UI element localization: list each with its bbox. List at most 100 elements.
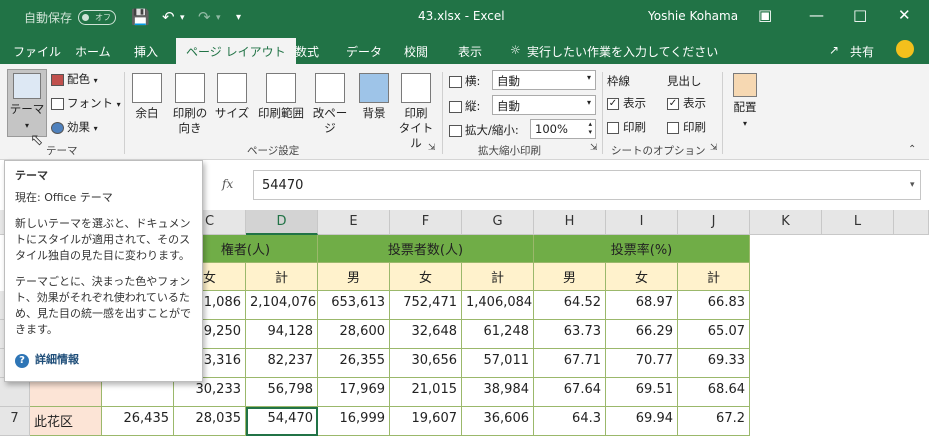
column-header[interactable] [894, 210, 929, 235]
table-cell[interactable]: 66.83 [678, 291, 750, 320]
table-cell[interactable]: 30,233 [174, 378, 246, 407]
subheader-cell[interactable]: 計 [678, 263, 750, 291]
table-cell[interactable]: 28,600 [318, 320, 390, 349]
table-cell[interactable]: 32,648 [390, 320, 462, 349]
scale-launcher-icon[interactable]: ⇲ [590, 143, 598, 153]
print-titles-button[interactable]: 印刷 タイトル [394, 73, 438, 151]
tell-me-search[interactable]: 実行したい作業を入力してください [527, 43, 718, 60]
table-cell[interactable]: 752,471 [390, 291, 462, 320]
smiley-feedback-icon[interactable] [896, 40, 914, 58]
subheader-cell[interactable]: 計 [246, 263, 318, 291]
table-cell[interactable]: 67.2 [678, 407, 750, 436]
minimize-icon[interactable]: — [809, 6, 824, 24]
table-cell[interactable]: 21,015 [390, 378, 462, 407]
scale-spinner[interactable]: 100% ▴ ▾ [530, 119, 596, 139]
table-cell[interactable]: 61,248 [462, 320, 534, 349]
subheader-cell[interactable]: 計 [462, 263, 534, 291]
size-button[interactable]: サイズ [212, 73, 252, 121]
column-header-i[interactable]: I [606, 210, 678, 235]
fonts-button[interactable]: フォント ▾ [51, 95, 121, 111]
header-cell-voters[interactable]: 投票者数(人) [318, 235, 534, 263]
sheet-options-launcher-icon[interactable]: ⇲ [710, 143, 718, 153]
headings-print-checkbox[interactable]: 印刷 [667, 119, 706, 135]
share-button[interactable]: 共有 [850, 43, 874, 60]
table-cell[interactable]: 653,613 [318, 291, 390, 320]
table-cell[interactable]: 70.77 [606, 349, 678, 378]
headings-view-checkbox[interactable]: ✓ 表示 [667, 95, 706, 111]
table-cell[interactable]: 36,606 [462, 407, 534, 436]
customize-qat-icon[interactable]: ▾ [236, 12, 241, 23]
tooltip-more-info[interactable]: ? 詳細情報 [15, 352, 192, 368]
tab-formulas[interactable]: 数式 [295, 43, 319, 60]
gridlines-print-checkbox[interactable]: 印刷 [607, 119, 646, 135]
table-cell[interactable]: 1,406,084 [462, 291, 534, 320]
table-cell[interactable]: 17,969 [318, 378, 390, 407]
subheader-cell[interactable]: 女 [390, 263, 462, 291]
column-header-f[interactable]: F [390, 210, 462, 235]
share-icon[interactable]: ↗ [829, 43, 839, 57]
table-cell[interactable]: 38,984 [462, 378, 534, 407]
table-cell[interactable]: 67.71 [534, 349, 606, 378]
themes-button[interactable]: テーマ ▾ [9, 73, 45, 133]
print-area-button[interactable]: 印刷範囲 [254, 73, 308, 121]
table-cell[interactable]: 69.33 [678, 349, 750, 378]
table-cell[interactable]: 2,104,076 [246, 291, 318, 320]
margins-button[interactable]: 余白 [128, 73, 166, 121]
table-cell[interactable] [102, 378, 174, 407]
colors-button[interactable]: 配色 ▾ [51, 71, 98, 87]
undo-dropdown-icon[interactable]: ▾ [180, 13, 185, 23]
table-cell[interactable]: 19,607 [390, 407, 462, 436]
height-dropdown-icon[interactable]: ▾ [587, 98, 591, 107]
header-cell-turnout[interactable]: 投票率(%) [534, 235, 750, 263]
save-icon[interactable]: 💾 [131, 8, 150, 26]
table-cell[interactable]: 66.29 [606, 320, 678, 349]
table-cell[interactable]: 65.07 [678, 320, 750, 349]
column-header-j[interactable]: J [678, 210, 750, 235]
breaks-button[interactable]: 改ページ [308, 73, 352, 136]
table-cell[interactable]: 30,656 [390, 349, 462, 378]
subheader-cell[interactable]: 男 [318, 263, 390, 291]
table-cell[interactable]: 54,470 [246, 407, 318, 436]
gridlines-view-checkbox[interactable]: ✓ 表示 [607, 95, 646, 111]
table-cell[interactable]: 63.73 [534, 320, 606, 349]
column-header-d[interactable]: D [246, 210, 318, 235]
tab-data[interactable]: データ [346, 43, 382, 60]
function-icon[interactable]: fx [222, 177, 233, 191]
maximize-icon[interactable]: □ [853, 6, 867, 24]
table-cell[interactable]: 64.3 [534, 407, 606, 436]
table-cell[interactable]: 69.51 [606, 378, 678, 407]
collapse-ribbon-icon[interactable]: ⌃ [908, 144, 916, 155]
row-header[interactable]: 7 [0, 407, 30, 436]
row-header[interactable] [0, 378, 30, 407]
effects-button[interactable]: 効果 ▾ [51, 119, 98, 135]
table-cell[interactable]: 68.64 [678, 378, 750, 407]
tab-insert[interactable]: 挿入 [134, 43, 158, 60]
width-dropdown-icon[interactable]: ▾ [587, 73, 591, 82]
width-combo[interactable]: 自動 ▾ [492, 70, 596, 90]
arrange-button[interactable]: 配置 ▾ [727, 73, 763, 131]
background-button[interactable]: 背景 [356, 73, 392, 121]
redo-dropdown-icon[interactable]: ▾ [216, 13, 221, 23]
column-header-l[interactable]: L [822, 210, 894, 235]
redo-icon[interactable]: ↷ [198, 8, 211, 26]
undo-icon[interactable]: ↶ [162, 8, 175, 26]
ribbon-display-icon[interactable]: ▣ [758, 6, 772, 24]
tab-page-layout[interactable]: ページ レイアウト [176, 38, 296, 64]
table-cell[interactable]: 69.94 [606, 407, 678, 436]
scale-spin-icon[interactable]: ▴ ▾ [588, 120, 592, 136]
subheader-cell[interactable]: 女 [606, 263, 678, 291]
table-cell[interactable]: 67.64 [534, 378, 606, 407]
table-cell[interactable]: 26,355 [318, 349, 390, 378]
user-name[interactable]: Yoshie Kohama [648, 9, 738, 23]
tab-home[interactable]: ホーム [75, 43, 111, 60]
table-cell[interactable]: 94,128 [246, 320, 318, 349]
table-cell[interactable]: 此花区 [30, 407, 102, 436]
autosave-toggle[interactable]: オフ [78, 10, 116, 25]
table-cell[interactable]: 68.97 [606, 291, 678, 320]
column-header-e[interactable]: E [318, 210, 390, 235]
table-cell[interactable]: 16,999 [318, 407, 390, 436]
expand-formula-icon[interactable]: ▾ [910, 180, 915, 190]
subheader-cell[interactable]: 男 [534, 263, 606, 291]
table-cell[interactable]: 64.52 [534, 291, 606, 320]
table-cell[interactable]: 82,237 [246, 349, 318, 378]
